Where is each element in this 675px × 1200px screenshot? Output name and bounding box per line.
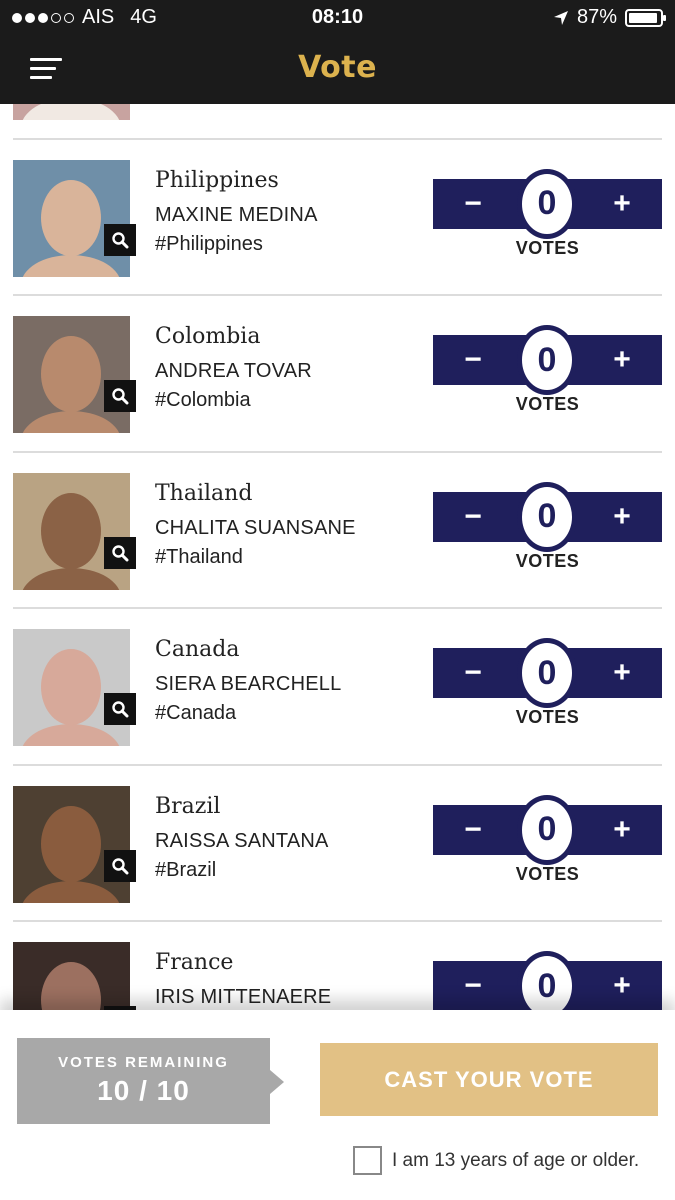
contestant-name: SIERA BEARCHELL <box>155 673 342 695</box>
contestant-country: Canada <box>155 637 240 662</box>
contestant-row: Colombia ANDREA TOVAR #Colombia − 0 + VO… <box>13 296 662 453</box>
age-confirmation: I am 13 years of age or older. <box>353 1146 639 1175</box>
vote-minus-button[interactable]: − <box>433 492 513 542</box>
contestant-name: ANDREA TOVAR <box>155 360 312 382</box>
contestant-country: Thailand <box>155 480 253 506</box>
votes-label: VOTES <box>515 394 580 414</box>
votes-label: VOTES <box>515 707 580 727</box>
zoom-icon[interactable] <box>104 849 136 882</box>
contestant-row: Canada SIERA BEARCHELL #Canada − 0 + VOT… <box>13 609 662 766</box>
zoom-icon[interactable] <box>104 223 136 256</box>
contestant-row: − 0 + VOTES <box>13 104 662 140</box>
cast-vote-button[interactable]: CAST YOUR VOTE <box>320 1043 658 1116</box>
vote-plus-button[interactable]: + <box>582 492 662 542</box>
vote-count: 0 <box>517 481 577 552</box>
vote-minus-button[interactable]: − <box>433 179 513 229</box>
app-header: Vote <box>0 36 675 104</box>
contestant-row: France IRIS MITTENAERE #France − 0 + VOT… <box>13 922 662 1010</box>
votes-remaining-badge: VOTES REMAINING 10 / 10 <box>17 1038 284 1124</box>
battery-percent: 87% <box>576 6 617 28</box>
contestant-photo[interactable] <box>13 104 130 120</box>
vote-count: 0 <box>517 794 577 865</box>
vote-minus-button[interactable]: − <box>433 805 513 855</box>
contestant-country: France <box>155 950 234 975</box>
contestant-hashtag: #Philippines <box>155 232 263 255</box>
contestant-photo[interactable] <box>13 316 130 433</box>
vote-stepper: − 0 + <box>433 951 662 1010</box>
contestant-list[interactable]: − 0 + VOTES Philippines MAXINE MEDINA #P… <box>0 104 675 1010</box>
vote-plus-button[interactable]: + <box>582 961 662 1010</box>
contestant-photo[interactable] <box>13 472 130 590</box>
contestant-country: Colombia <box>155 324 261 349</box>
contestant-name: MAXINE MEDINA <box>155 203 318 226</box>
contestant-hashtag: #Colombia <box>155 389 251 411</box>
vote-minus-button[interactable]: − <box>433 961 513 1010</box>
zoom-icon[interactable] <box>104 536 136 569</box>
vote-count: 0 <box>517 638 577 708</box>
contestant-photo[interactable] <box>13 159 130 277</box>
status-right: 87% <box>553 6 666 29</box>
location-arrow-icon <box>553 10 568 25</box>
votes-remaining-label: VOTES REMAINING <box>58 1054 229 1071</box>
battery-icon <box>625 8 666 27</box>
contestant-photo[interactable] <box>13 785 130 903</box>
contestant-name: IRIS MITTENAERE <box>155 986 332 1008</box>
contestant-row: Philippines MAXINE MEDINA #Philippines −… <box>13 140 662 296</box>
age-confirmation-label: I am 13 years of age or older. <box>392 1149 640 1171</box>
vote-minus-button[interactable]: − <box>433 335 513 385</box>
age-checkbox[interactable] <box>353 1146 382 1175</box>
contestant-row: Brazil RAISSA SANTANA #Brazil − 0 + VOTE… <box>13 766 662 922</box>
vote-plus-button[interactable]: + <box>582 335 662 385</box>
status-bar: AIS 4G 08:10 87% <box>0 0 675 36</box>
zoom-icon[interactable] <box>104 380 136 412</box>
votes-label: VOTES <box>515 863 580 884</box>
contestant-country: Philippines <box>155 167 279 193</box>
vote-plus-button[interactable]: + <box>582 179 662 229</box>
votes-label: VOTES <box>515 237 580 258</box>
contestant-hashtag: #Thailand <box>155 545 243 568</box>
vote-count: 0 <box>517 951 577 1010</box>
vote-stepper: − 0 + <box>433 325 662 395</box>
page-title: Vote <box>298 50 377 85</box>
votes-label: VOTES <box>515 550 580 571</box>
vote-stepper: − 0 + <box>433 168 662 239</box>
contestant-photo[interactable] <box>13 629 130 746</box>
votes-remaining-value: 10 / 10 <box>97 1075 190 1106</box>
vote-stepper: − 0 + <box>433 481 662 552</box>
contestant-photo[interactable] <box>13 942 130 1010</box>
vote-stepper: − 0 + <box>433 794 662 865</box>
contestant-hashtag: #Canada <box>155 702 237 724</box>
vote-plus-button[interactable]: + <box>582 805 662 855</box>
vote-count: 0 <box>517 168 577 239</box>
contestant-hashtag: #Brazil <box>155 858 217 881</box>
vote-footer: VOTES REMAINING 10 / 10 CAST YOUR VOTE I… <box>0 1010 675 1200</box>
vote-minus-button[interactable]: − <box>433 648 513 698</box>
contestant-name: RAISSA SANTANA <box>155 829 329 852</box>
vote-count: 0 <box>517 325 577 395</box>
contestant-country: Brazil <box>155 793 221 819</box>
contestant-name: CHALITA SUANSANE <box>155 516 356 539</box>
vote-plus-button[interactable]: + <box>582 648 662 698</box>
vote-stepper: − 0 + <box>433 638 662 708</box>
zoom-icon[interactable] <box>104 693 136 725</box>
contestant-list-content: − 0 + VOTES Philippines MAXINE MEDINA #P… <box>0 104 675 1010</box>
contestant-row: Thailand CHALITA SUANSANE #Thailand − 0 … <box>13 453 662 609</box>
